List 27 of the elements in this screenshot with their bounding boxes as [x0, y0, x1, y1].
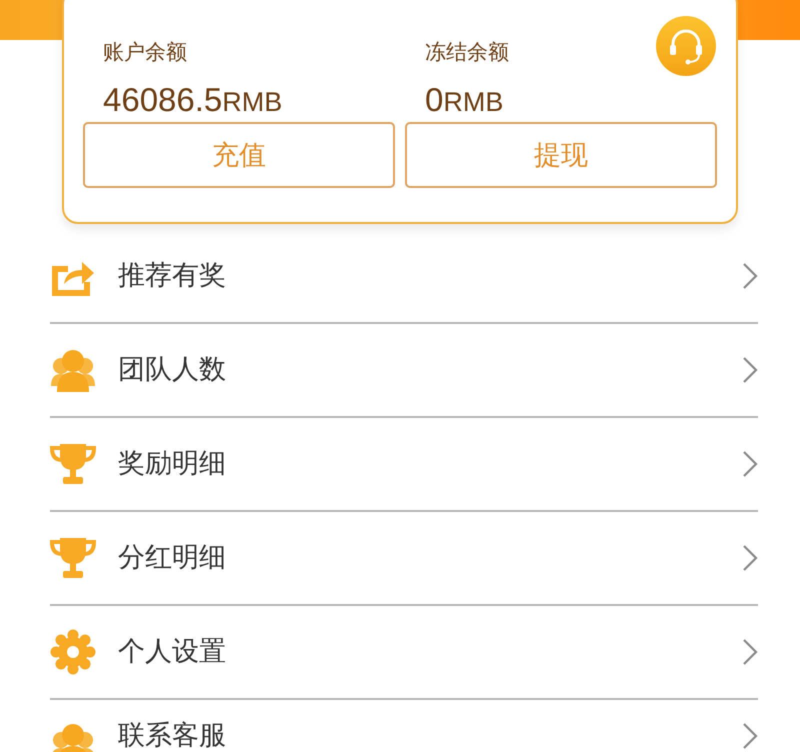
headset-icon[interactable] [656, 16, 716, 76]
menu-label: 团队人数 [118, 354, 227, 386]
menu-label: 推荐有奖 [118, 260, 227, 292]
menu-label: 分红明细 [118, 542, 227, 574]
balance-amount: 0RMB [425, 80, 504, 120]
chevron-right-icon [742, 356, 758, 384]
chevron-right-icon [742, 544, 758, 572]
people-icon [50, 348, 96, 392]
chevron-right-icon [742, 450, 758, 478]
balance-amount: 46086.5RMB [103, 80, 282, 120]
balance-label: 冻结余额 [425, 39, 509, 66]
menu-item[interactable]: 团队人数 [50, 324, 758, 418]
menu-item[interactable]: 奖励明细 [50, 418, 758, 512]
trophy-icon [50, 536, 96, 580]
menu-label: 个人设置 [118, 636, 227, 668]
menu-item[interactable]: 分红明细 [50, 512, 758, 606]
balance-label: 账户余额 [103, 39, 187, 66]
menu-item[interactable]: 个人设置 [50, 606, 758, 700]
menu-label: 联系客服 [118, 722, 227, 749]
menu-item[interactable]: 联系客服 [50, 700, 758, 752]
gear-icon [50, 629, 96, 675]
chevron-right-icon [742, 638, 758, 666]
menu-item[interactable]: 推荐有奖 [50, 230, 758, 324]
chevron-right-icon [742, 262, 758, 290]
menu-label: 奖励明细 [118, 448, 227, 480]
trophy-icon [50, 442, 96, 486]
chevron-right-icon [742, 722, 758, 750]
